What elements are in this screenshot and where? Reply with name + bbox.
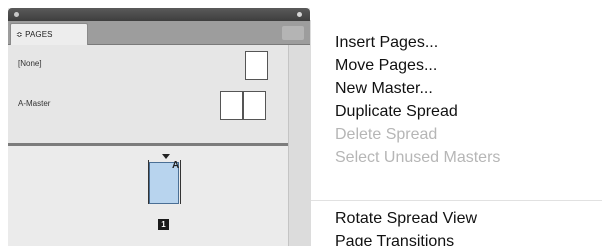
menu-item-duplicate-spread[interactable]: Duplicate Spread [335, 103, 458, 121]
tab-pages-label: ≎ PAGES [16, 30, 53, 39]
close-icon[interactable] [14, 12, 19, 17]
master-page-thumbnail[interactable] [245, 51, 268, 80]
page-number-badge: 1 [158, 219, 169, 230]
screenshot-stage: ≎ PAGES [None] A-Master A 1 Insert Pages… [0, 0, 602, 246]
spread-right-rule [180, 160, 181, 204]
document-pages-area: A 1 [8, 146, 288, 246]
masters-section: [None] A-Master [8, 45, 310, 143]
menu-item-delete-spread: Delete Spread [335, 126, 438, 143]
panel-scrollbar[interactable] [288, 45, 310, 246]
panel-tab-strip: ≎ PAGES [8, 21, 310, 45]
spread-marker-icon [162, 154, 170, 159]
menu-separator [311, 200, 602, 201]
menu-item-rotate-spread-view[interactable]: Rotate Spread View [335, 210, 477, 228]
tab-pages[interactable]: ≎ PAGES [10, 23, 88, 45]
menu-item-insert-pages[interactable]: Insert Pages... [335, 34, 438, 52]
menu-item-select-unused-masters: Select Unused Masters [335, 149, 501, 166]
panel-menu-button[interactable] [282, 26, 304, 40]
menu-item-new-master[interactable]: New Master... [335, 80, 433, 98]
master-row-none[interactable]: [None] [8, 45, 310, 85]
master-right-page-thumbnail[interactable] [243, 91, 266, 120]
collapse-icon[interactable] [297, 12, 302, 17]
pages-panel: ≎ PAGES [None] A-Master A 1 [8, 8, 310, 246]
page-master-prefix: A [172, 160, 180, 171]
master-label-a-master: A-Master [18, 99, 51, 108]
pages-panel-menu: Insert Pages... Move Pages... New Master… [310, 20, 602, 246]
master-left-page-thumbnail[interactable] [220, 91, 243, 120]
panel-titlebar[interactable] [8, 8, 310, 21]
menu-item-move-pages[interactable]: Move Pages... [335, 57, 437, 75]
master-label-none: [None] [18, 59, 42, 68]
menu-item-page-transitions[interactable]: Page Transitions [335, 233, 454, 246]
master-row-a-master[interactable]: A-Master [8, 85, 310, 125]
